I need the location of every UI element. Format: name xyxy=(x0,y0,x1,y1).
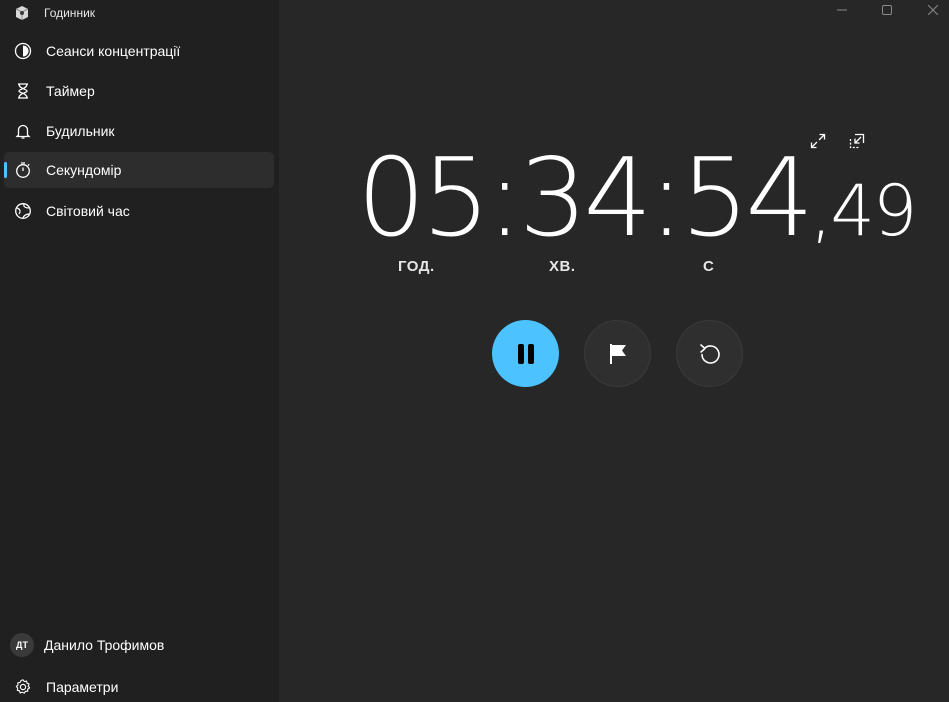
sidebar-item-timer[interactable]: Таймер xyxy=(4,73,274,109)
lap-button[interactable] xyxy=(584,320,651,387)
stopwatch-time: 05:34:54,49 xyxy=(357,136,917,261)
pause-icon xyxy=(517,343,534,364)
pause-button[interactable] xyxy=(492,320,559,387)
sidebar: Годинник Сеанси концентрації Таймер Буди… xyxy=(0,0,279,702)
sidebar-item-settings[interactable]: Параметри xyxy=(4,669,274,702)
user-name: Данило Трофимов xyxy=(44,637,165,653)
user-account[interactable]: ДТ Данило Трофимов xyxy=(4,627,274,663)
stopwatch-icon xyxy=(14,161,32,179)
sidebar-item-label: Світовий час xyxy=(46,203,130,219)
sidebar-item-label: Параметри xyxy=(46,679,119,695)
app-title-bar: Годинник xyxy=(14,4,95,22)
time-separator: : xyxy=(486,136,522,261)
avatar: ДТ xyxy=(10,633,34,657)
reset-button[interactable] xyxy=(676,320,743,387)
sidebar-item-world-clock[interactable]: Світовий час xyxy=(4,193,274,229)
seconds-value: 54 xyxy=(680,136,814,261)
minutes-label: ХВ. xyxy=(549,258,576,275)
minutes-value: 34 xyxy=(518,136,652,261)
bell-icon xyxy=(14,122,32,140)
seconds-label: С xyxy=(703,258,715,275)
sidebar-item-focus-sessions[interactable]: Сеанси концентрації xyxy=(4,33,274,69)
time-separator: : xyxy=(648,136,684,261)
sidebar-item-label: Будильник xyxy=(46,123,115,139)
sidebar-item-label: Таймер xyxy=(46,83,95,99)
globe-icon xyxy=(14,202,32,220)
hourglass-icon xyxy=(14,82,32,100)
flag-icon xyxy=(609,343,626,364)
clock-window: Годинник Сеанси концентрації Таймер Буди… xyxy=(0,0,949,702)
reset-icon xyxy=(699,343,720,364)
app-title: Годинник xyxy=(44,6,96,20)
hours-value: 05 xyxy=(357,136,490,261)
stopwatch-page: 05:34:54,49 ГОД. ХВ. С xyxy=(279,0,949,702)
sidebar-item-label: Сеанси концентрації xyxy=(46,43,181,59)
clock-app-icon xyxy=(14,5,30,21)
sidebar-item-alarm[interactable]: Будильник xyxy=(4,113,274,149)
sidebar-item-label: Секундомір xyxy=(46,162,122,178)
focus-sessions-icon xyxy=(14,42,32,60)
fraction-value: ,49 xyxy=(810,170,917,252)
gear-icon xyxy=(14,678,32,696)
hours-label: ГОД. xyxy=(398,258,435,275)
active-indicator xyxy=(4,162,7,178)
sidebar-item-stopwatch[interactable]: Секундомір xyxy=(4,152,274,188)
